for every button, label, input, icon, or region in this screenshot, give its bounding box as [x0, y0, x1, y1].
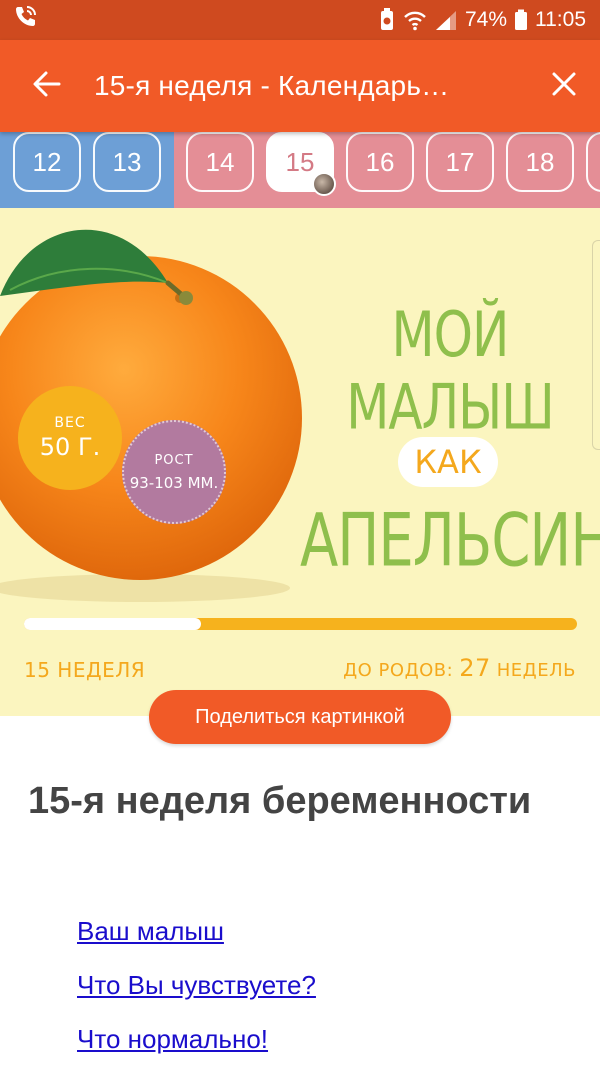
page-title: 15-я неделя - Календарь… [94, 70, 450, 101]
close-button[interactable] [528, 40, 600, 132]
weight-value: 50 Г. [39, 433, 101, 461]
clock: 11:05 [535, 8, 586, 31]
due-weeks: 27 [459, 654, 491, 682]
close-icon [551, 71, 577, 102]
share-image-button[interactable]: Поделиться картинкой [149, 690, 451, 744]
arrow-left-icon [32, 69, 62, 104]
avatar [312, 172, 336, 196]
week-chip-18[interactable]: 18 [506, 132, 574, 192]
height-badge: РОСТ 93-103 ММ. [122, 420, 226, 524]
status-bar: 74% 11:05 [0, 0, 600, 40]
weight-badge: ВЕС 50 Г. [18, 386, 122, 490]
side-drawer-handle[interactable] [592, 240, 600, 450]
week-chip-13[interactable]: 13 [93, 132, 161, 192]
link-your-baby[interactable]: Ваш малыш [77, 904, 316, 958]
week-chip-15-selected[interactable]: 15 [266, 132, 336, 196]
height-label: РОСТ [154, 452, 194, 468]
battery-icon [514, 9, 528, 31]
due-suffix: НЕДЕЛЬ [496, 660, 576, 681]
week-chip-14[interactable]: 14 [186, 132, 254, 192]
signal-icon [434, 9, 458, 31]
week-selector: 12 13 14 15 16 17 18 [0, 132, 600, 208]
headline-fruit: АПЕЛЬСИН [300, 499, 600, 584]
week-chip-16[interactable]: 16 [346, 132, 414, 192]
height-value: 93-103 ММ. [129, 473, 219, 492]
app-bar: 15-я неделя - Календарь… [0, 40, 600, 132]
week-chip-partial[interactable] [586, 132, 600, 192]
headline-line1: МОЙ МАЛЫШ [346, 298, 555, 444]
week-banner-image: ВЕС 50 Г. РОСТ 93-103 ММ. МОЙ МАЛЫШ КАК … [0, 208, 600, 716]
week-chip-17[interactable]: 17 [426, 132, 494, 192]
week-chip-12[interactable]: 12 [13, 132, 81, 192]
size-comparison-headline: МОЙ МАЛЫШ КАК АПЕЛЬСИН [300, 299, 600, 584]
page-heading: 15-я неделя беременности [28, 780, 532, 822]
pregnancy-progress-bar [24, 618, 577, 630]
week-chip-label: 15 [285, 146, 315, 177]
current-week-label: 15 НЕДЕЛЯ [24, 658, 146, 682]
battery-percent: 74% [464, 8, 507, 31]
table-of-contents: Ваш малыш Что Вы чувствуете? Что нормаль… [77, 904, 316, 1066]
back-button[interactable] [0, 40, 94, 132]
link-how-you-feel[interactable]: Что Вы чувствуете? [77, 958, 316, 1012]
weeks-until-birth: ДО РОДОВ: 27 НЕДЕЛЬ [343, 654, 576, 682]
weight-label: ВЕС [54, 415, 86, 431]
progress-fill [24, 618, 201, 630]
link-what-is-normal[interactable]: Что нормально! [77, 1012, 316, 1066]
headline-kak: КАК [398, 437, 498, 487]
battery-saver-icon [378, 8, 396, 32]
wifi-call-icon [12, 4, 38, 36]
wifi-icon [403, 9, 427, 31]
due-prefix: ДО РОДОВ: [343, 660, 454, 681]
